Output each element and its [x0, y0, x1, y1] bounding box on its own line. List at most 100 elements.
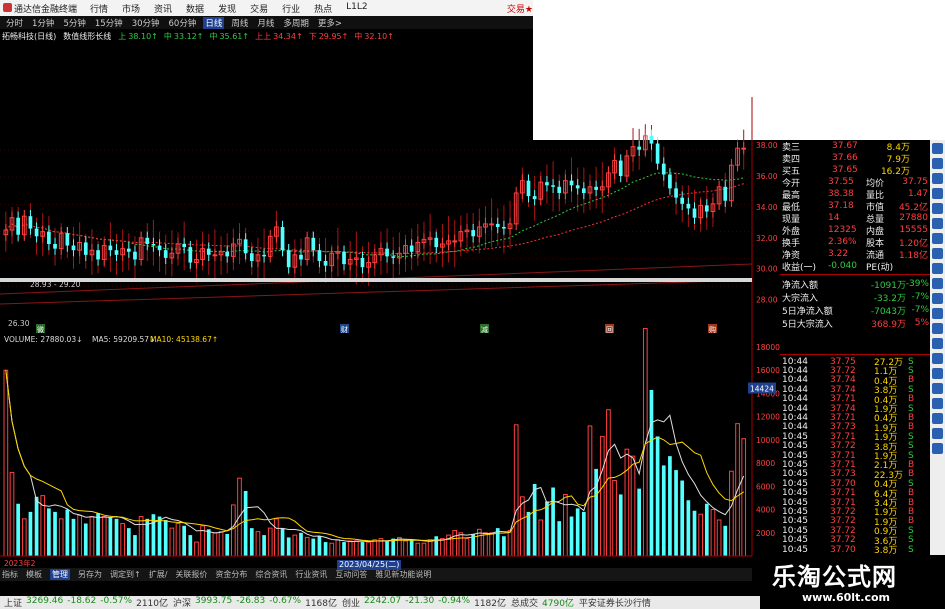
stock-name: 拓畅科技(日线)	[2, 31, 57, 41]
sidebar-tool-icon[interactable]	[932, 353, 943, 364]
indicator-name[interactable]: 数值线形长线	[63, 31, 111, 42]
candle-body	[741, 147, 747, 150]
indicator-value: 中 32.10↑	[354, 31, 394, 42]
sidebar-tool-icon[interactable]	[932, 308, 943, 319]
sidebar-tool-icon[interactable]	[932, 188, 943, 199]
menu-item[interactable]: 交易	[250, 2, 268, 15]
sidebar-tool-icon[interactable]	[932, 368, 943, 379]
sidebar-tool-icon[interactable]	[932, 428, 943, 439]
sidebar-tool-icon[interactable]	[932, 413, 943, 424]
sidebar-tool-icon[interactable]	[932, 203, 943, 214]
volume-bar	[194, 541, 199, 557]
sidebar-tool-icon[interactable]	[932, 233, 943, 244]
sidebar-tool-icon[interactable]	[932, 218, 943, 229]
indicator-tab[interactable]: 行业资讯	[295, 569, 327, 580]
index-change: -26.83	[236, 596, 266, 606]
sidebar-tool-icon[interactable]	[932, 158, 943, 169]
period-button[interactable]: 月线	[255, 17, 276, 29]
trade-row: 10:44 37.72 1.1万 S	[780, 366, 930, 378]
sidebar-tool-icon[interactable]	[932, 248, 943, 259]
indicator-tab[interactable]: 关联报价	[175, 569, 207, 580]
quote-value: -0.040	[828, 261, 858, 271]
candle-body	[649, 135, 654, 144]
sidebar-tool-icon[interactable]	[932, 383, 943, 394]
menu-item[interactable]: L1L2	[346, 2, 367, 15]
volume-bar	[452, 529, 458, 557]
indicator-tab[interactable]: 调定到↑	[110, 569, 141, 580]
volume-bar	[502, 536, 506, 556]
app-title: 通达信金融终端	[14, 5, 78, 15]
menu-item[interactable]: 数据	[186, 2, 204, 15]
quote-value2: 45.2亿	[898, 202, 928, 213]
sidebar-tool-icon[interactable]	[932, 278, 943, 289]
period-button[interactable]: 15分钟	[93, 17, 125, 29]
sidebar-tool-icon[interactable]	[932, 263, 943, 274]
volume-bar	[655, 436, 660, 556]
trade-row: 10:45 37.71 6.4万 B	[780, 488, 930, 500]
volume-bar	[71, 518, 76, 556]
menu-item[interactable]: 发现	[218, 2, 236, 15]
index-amount: 1182亿	[474, 599, 506, 609]
period-button[interactable]: 30分钟	[130, 17, 162, 29]
flow-label: 大宗流入	[782, 293, 819, 304]
index-quote[interactable]: 沪深 3993.75 -26.83 -0.67% 1168亿	[173, 596, 337, 609]
period-button[interactable]: 1分钟	[30, 17, 56, 29]
indicator-tab[interactable]: 指标	[2, 569, 18, 580]
volume-bar	[280, 528, 285, 556]
quote-label: 收益(一)	[782, 262, 817, 273]
volume-bar	[729, 470, 734, 557]
index-quote[interactable]: 总成交 4790亿	[511, 596, 574, 609]
period-button[interactable]: 更多>	[316, 17, 344, 29]
event-marker[interactable]: 微	[36, 324, 45, 334]
indicator-tab[interactable]: 雅见新功能说明	[375, 569, 431, 580]
period-button[interactable]: 日线	[203, 16, 225, 29]
sidebar-tool-icon[interactable]	[932, 293, 943, 304]
indicator-tab[interactable]: 扩展/	[149, 569, 168, 580]
price-tick: 32.00	[756, 234, 778, 243]
menu-item[interactable]: 行情	[90, 2, 108, 15]
indicator-tab[interactable]: 管理	[50, 569, 70, 580]
sidebar-tool-icon[interactable]	[932, 398, 943, 409]
period-button[interactable]: 多周期	[281, 17, 311, 29]
sidebar-tool-icon[interactable]	[932, 443, 943, 454]
index-quote[interactable]: 上证 3269.46 -18.62 -0.57% 2110亿	[4, 596, 168, 609]
period-button[interactable]: 5分钟	[61, 17, 87, 29]
indicator-tab[interactable]: 综合资讯	[255, 569, 287, 580]
sidebar-tool-icon[interactable]	[932, 173, 943, 184]
index-name: 总成交	[511, 599, 539, 609]
flow-value: 368.9万	[871, 319, 906, 330]
volume-legend: VOLUME: 27880.03↓ MA5: 59209.57↓MA10: 451…	[4, 335, 218, 344]
trade-row: 10:44 37.74 0.4万 B	[780, 375, 930, 387]
panel-divider	[780, 354, 930, 355]
candle-body	[385, 248, 389, 257]
quote-value: 12325	[828, 225, 857, 235]
indicator-tab[interactable]: 模板	[26, 569, 42, 580]
menu-item[interactable]: 行业	[282, 2, 300, 15]
sidebar-tool-icon[interactable]	[932, 323, 943, 334]
index-name: 沪深	[173, 599, 192, 609]
event-marker[interactable]: 减	[480, 324, 489, 334]
menu-item[interactable]: 热点	[314, 2, 332, 15]
volume-bar	[385, 540, 389, 556]
indicator-tab[interactable]: 资金分布	[215, 569, 247, 580]
period-button[interactable]: 周线	[229, 17, 250, 29]
kline-chart[interactable]: 38.00 36.00 34.00 32.00 30.00 28.00 18000 16000…	[0, 42, 780, 568]
menu-item[interactable]: 资讯	[154, 2, 172, 15]
menu-item[interactable]: 市场	[122, 2, 140, 15]
sidebar-tool-icon[interactable]	[932, 143, 943, 154]
main-menu: 行情 市场 资讯 数据 发现 交易 行业 热点 L1L2	[90, 2, 368, 15]
indicator-tab[interactable]: 互动问答	[335, 569, 367, 580]
indicator-tab[interactable]: 另存为	[78, 569, 102, 580]
event-marker[interactable]: 财	[340, 324, 349, 334]
event-marker[interactable]: 购	[708, 324, 717, 334]
event-marker[interactable]: 回	[605, 324, 614, 334]
period-button[interactable]: 60分钟	[167, 17, 199, 29]
volume-bar	[89, 516, 95, 557]
index-quote[interactable]: 创业 2242.07 -21.30 -0.94% 1182亿	[342, 596, 506, 609]
trade-row: 10:45 37.73 22.3万 B	[780, 469, 930, 481]
trade-button[interactable]: 交易★	[507, 2, 533, 15]
candle-body	[71, 245, 76, 251]
sidebar-tool-icon[interactable]	[932, 338, 943, 349]
period-button[interactable]: 分时	[4, 17, 25, 29]
trade-price: 37.70	[830, 544, 856, 555]
